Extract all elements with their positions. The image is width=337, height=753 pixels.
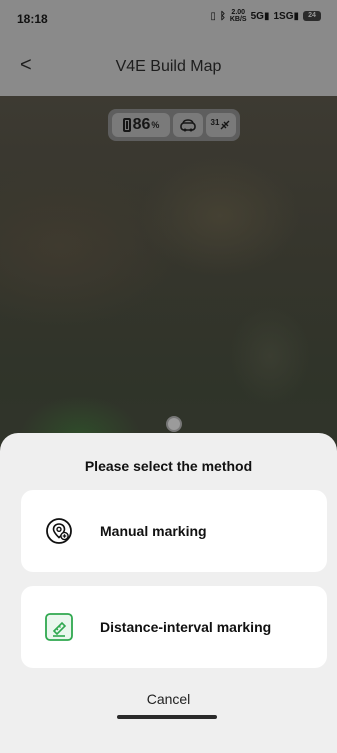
robot-battery: 86% (112, 113, 170, 137)
signal-icon-2: 1SG▮ (273, 10, 299, 22)
distance-interval-marking-option[interactable]: Distance-interval marking (21, 586, 327, 668)
robot-position-marker (166, 416, 182, 432)
system-icons: ▯ ᛒ 2.00 KB/S 5G▮ 1SG▮ 24 (210, 9, 321, 23)
home-indicator[interactable] (117, 715, 217, 719)
battery-icon: 24 (303, 11, 321, 21)
network-speed: 2.00 KB/S (229, 9, 247, 23)
option-label: Manual marking (100, 523, 207, 539)
status-bar: 18:18 ▯ ᛒ 2.00 KB/S 5G▮ 1SG▮ 24 (0, 0, 337, 34)
telemetry-bar: 86% 31 (108, 109, 240, 141)
manual-marking-option[interactable]: Manual marking (21, 490, 327, 572)
robot-status-icon (173, 113, 203, 137)
method-select-sheet: Please select the method Manual marking … (0, 433, 337, 753)
ruler-edit-icon (43, 611, 75, 643)
location-pin-plus-icon (43, 515, 75, 547)
satellite-count: 31 (206, 113, 236, 137)
option-label: Distance-interval marking (100, 619, 272, 635)
satellite-icon (220, 120, 230, 130)
sheet-heading: Please select the method (84, 458, 253, 474)
app-bar: < V4E Build Map (0, 34, 337, 96)
page-title: V4E Build Map (115, 58, 222, 75)
status-time: 18:18 (17, 12, 48, 26)
battery-icon (122, 118, 131, 132)
mower-icon (180, 119, 196, 132)
bluetooth-icon: ᛒ (219, 10, 226, 22)
vibrate-icon: ▯ (210, 10, 216, 22)
signal-icon-1: 5G▮ (250, 10, 270, 22)
cancel-button[interactable]: Cancel (0, 691, 337, 707)
